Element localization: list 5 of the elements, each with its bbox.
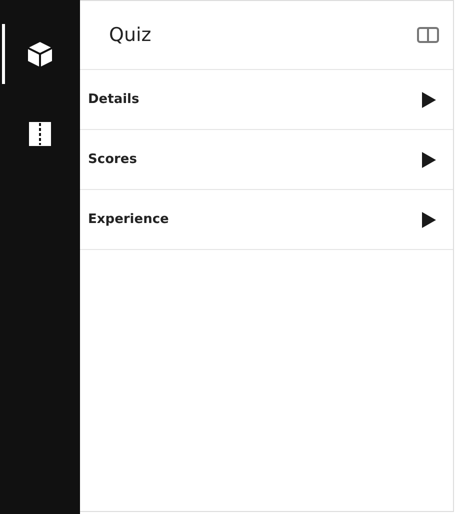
split-page-icon bbox=[29, 122, 51, 146]
split-view-button[interactable] bbox=[417, 27, 439, 43]
panel-title: Quiz bbox=[109, 22, 152, 48]
split-view-icon bbox=[417, 27, 439, 43]
cube-icon bbox=[26, 40, 54, 68]
